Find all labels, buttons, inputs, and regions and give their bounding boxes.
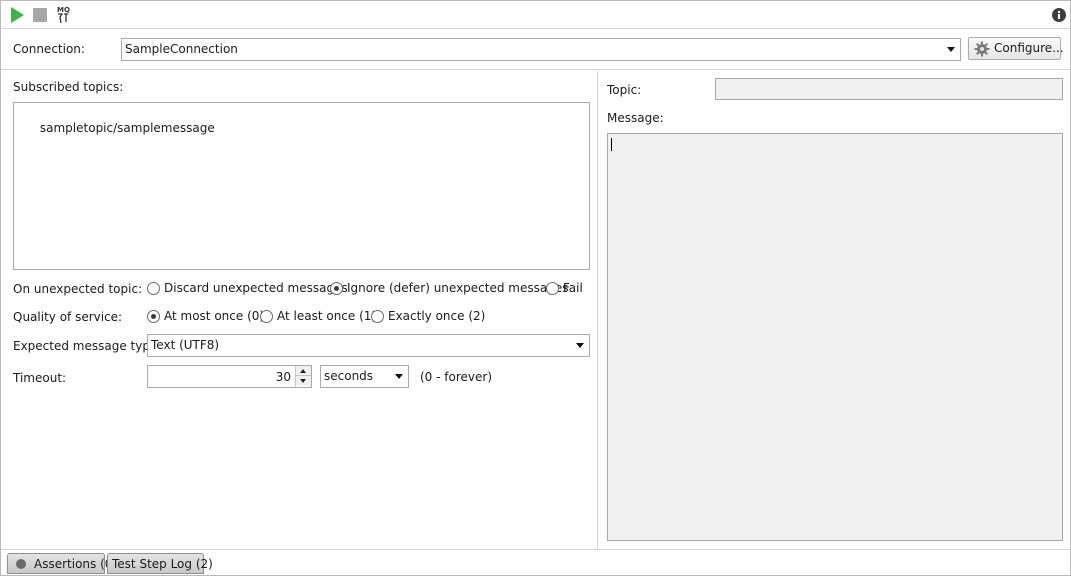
- tab-label: Test Step Log (2): [112, 557, 213, 571]
- settings-panel: Subscribed topics: sampletopic/samplemes…: [1, 71, 598, 549]
- radio-label: Fail: [563, 281, 583, 295]
- spinner-down-button[interactable]: [296, 376, 311, 386]
- svg-text:MQ: MQ: [57, 6, 70, 14]
- timeout-unit-value: seconds: [324, 369, 374, 383]
- timeout-hint: (0 - forever): [420, 370, 492, 384]
- mqtt-options-button[interactable]: MQ: [55, 5, 73, 25]
- configure-button[interactable]: Configure...: [968, 37, 1064, 60]
- mqtt-icon: MQ: [55, 5, 73, 25]
- radio-qos-0[interactable]: At most once (0): [147, 309, 264, 323]
- timeout-unit-select[interactable]: seconds: [320, 365, 409, 388]
- message-type-select[interactable]: Text (UTF8): [147, 334, 590, 357]
- radio-indicator: [546, 281, 559, 295]
- timeout-label: Timeout:: [13, 371, 67, 385]
- qos-label: Quality of service:: [13, 310, 123, 324]
- radio-qos-1[interactable]: At least once (1): [260, 309, 376, 323]
- connection-select[interactable]: SampleConnection: [121, 38, 961, 61]
- message-type-label: Expected message type:: [13, 339, 162, 353]
- radio-label: At least once (1): [277, 309, 377, 323]
- radio-label: Exactly once (2): [388, 309, 486, 323]
- radio-fail[interactable]: Fail: [546, 281, 583, 295]
- timeout-spinner[interactable]: 30: [147, 365, 312, 388]
- tab-test-step-log[interactable]: Test Step Log (2): [107, 553, 213, 574]
- play-icon: [9, 6, 27, 24]
- toolbar: MQ: [1, 1, 1070, 29]
- configure-label: Configure...: [994, 41, 1064, 55]
- topic-field[interactable]: [715, 78, 1063, 100]
- info-icon: [1051, 7, 1069, 23]
- radio-qos-2[interactable]: Exactly once (2): [371, 309, 485, 323]
- radio-ignore-unexpected[interactable]: Ignore (defer) unexpected messages: [330, 281, 568, 295]
- stop-icon: [32, 6, 50, 24]
- message-type-value: Text (UTF8): [151, 338, 220, 352]
- radio-label: Ignore (defer) unexpected messages: [347, 281, 569, 295]
- unexpected-topic-label: On unexpected topic:: [13, 282, 143, 296]
- message-panel: Topic: Message:: [599, 71, 1070, 549]
- stop-button[interactable]: [32, 6, 50, 24]
- radio-indicator: [260, 309, 273, 323]
- spinner-buttons: [295, 366, 311, 387]
- message-textarea[interactable]: [607, 133, 1063, 541]
- radio-indicator: [371, 309, 384, 323]
- chevron-down-icon: [947, 47, 955, 52]
- connection-row: Connection: SampleConnection Configure..…: [1, 30, 1070, 70]
- tab-assertions[interactable]: Assertions (0): [7, 553, 117, 574]
- radio-label: At most once (0): [164, 309, 265, 323]
- gear-icon: [974, 41, 990, 60]
- connection-value: SampleConnection: [125, 42, 238, 56]
- bottom-tab-bar: Assertions (0) Test Step Log (2): [1, 549, 1070, 575]
- radio-indicator-selected: [330, 281, 343, 295]
- mqtt-receive-step-editor: MQ Connection: SampleConnection Configur…: [0, 0, 1071, 576]
- radio-indicator: [147, 281, 160, 295]
- subscribed-topics-textarea[interactable]: sampletopic/samplemessage: [13, 102, 590, 270]
- radio-discard-unexpected[interactable]: Discard unexpected messages: [147, 281, 348, 295]
- message-label: Message:: [607, 111, 664, 125]
- status-dot-icon: [16, 559, 26, 569]
- radio-indicator-selected: [147, 309, 160, 323]
- connection-label: Connection:: [13, 42, 85, 56]
- info-button[interactable]: [1051, 7, 1069, 25]
- text-cursor: [611, 138, 612, 151]
- chevron-down-icon: [576, 343, 584, 348]
- topic-label: Topic:: [607, 83, 642, 97]
- chevron-down-icon: [395, 374, 403, 379]
- radio-label: Discard unexpected messages: [164, 281, 348, 295]
- tab-label: Assertions (0): [34, 557, 118, 571]
- subscribed-topics-label: Subscribed topics:: [13, 80, 124, 94]
- timeout-value: 30: [275, 370, 291, 384]
- subscribed-topic-item: sampletopic/samplemessage: [39, 121, 215, 135]
- run-button[interactable]: [9, 6, 27, 24]
- spinner-up-button[interactable]: [296, 366, 311, 376]
